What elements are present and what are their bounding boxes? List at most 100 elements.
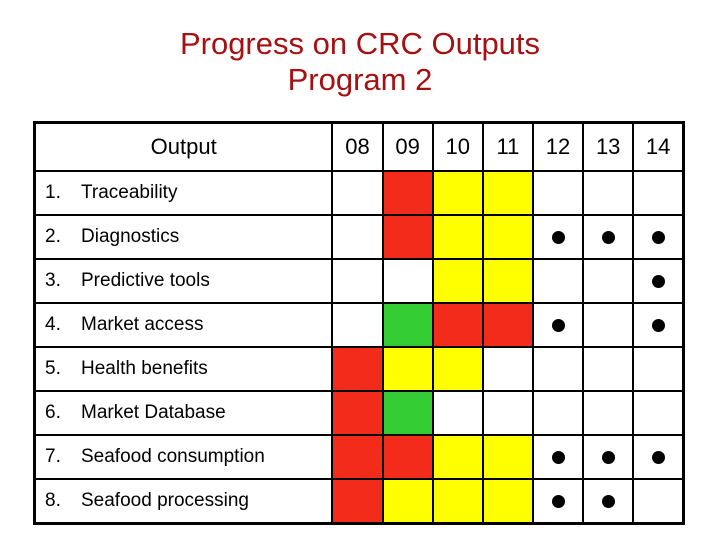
- status-cell-11[interactable]: [481, 258, 534, 304]
- output-label-inner: 3. Predictive tools: [36, 270, 331, 292]
- page-title: Progress on CRC Outputs Program 2: [0, 26, 720, 98]
- status-cell-13[interactable]: [582, 434, 635, 480]
- status-cell-11[interactable]: [481, 390, 534, 436]
- milestone-dot-icon: [601, 450, 615, 464]
- column-header-year-14: 14: [632, 121, 685, 172]
- milestone-dot-icon: [551, 494, 565, 508]
- output-label-cell: 8. Seafood processing: [33, 478, 334, 525]
- status-cell-12[interactable]: [531, 346, 585, 392]
- status-cell-12[interactable]: [531, 170, 585, 216]
- status-cell-14[interactable]: [632, 346, 685, 392]
- status-cell-12[interactable]: [531, 302, 585, 348]
- status-cell-08[interactable]: [331, 346, 384, 392]
- status-cell-11[interactable]: [481, 302, 534, 348]
- status-cell-08[interactable]: [331, 434, 384, 480]
- status-cell-08[interactable]: [331, 478, 384, 525]
- status-cell-10[interactable]: [431, 170, 484, 216]
- progress-table: Output 08 09 10 11 12 13 14 1. Traceabili…: [33, 121, 685, 525]
- status-cell-14[interactable]: [632, 390, 685, 436]
- status-cell-10[interactable]: [431, 346, 484, 392]
- status-cell-09[interactable]: [381, 346, 434, 392]
- status-cell-10[interactable]: [431, 390, 484, 436]
- output-row-number: 1.: [45, 182, 61, 203]
- status-cell-09[interactable]: [381, 170, 434, 216]
- output-row-label: Traceability: [81, 182, 178, 203]
- output-label-cell: 7. Seafood consumption: [33, 434, 334, 480]
- output-row-label: Diagnostics: [81, 226, 180, 247]
- status-cell-11[interactable]: [481, 346, 534, 392]
- status-cell-11[interactable]: [481, 170, 534, 216]
- output-row-number: 8.: [45, 490, 61, 511]
- status-cell-14[interactable]: [632, 214, 685, 260]
- output-row-label: Market access: [81, 314, 204, 335]
- status-cell-10[interactable]: [431, 302, 484, 348]
- milestone-dot-icon: [651, 318, 665, 332]
- status-cell-09[interactable]: [381, 302, 434, 348]
- status-cell-10[interactable]: [431, 478, 484, 525]
- column-header-year-13: 13: [582, 121, 635, 172]
- milestone-dot-icon: [601, 230, 615, 244]
- status-cell-08[interactable]: [331, 390, 384, 436]
- output-row-label: Seafood consumption: [81, 446, 265, 467]
- status-cell-09[interactable]: [381, 390, 434, 436]
- output-row-number: 7.: [45, 446, 61, 467]
- output-row-label: Health benefits: [81, 358, 208, 379]
- output-label-inner: 4. Market access: [36, 314, 331, 336]
- status-cell-12[interactable]: [531, 214, 585, 260]
- milestone-dot-icon: [551, 450, 565, 464]
- milestone-dot-icon: [651, 450, 665, 464]
- status-cell-14[interactable]: [632, 258, 685, 304]
- milestone-dot-icon: [651, 274, 665, 288]
- status-cell-13[interactable]: [582, 214, 635, 260]
- status-cell-11[interactable]: [481, 478, 534, 525]
- output-label-cell: 1. Traceability: [33, 170, 334, 216]
- column-header-year-12: 12: [531, 121, 585, 172]
- output-label-inner: 1. Traceability: [36, 182, 331, 204]
- status-cell-14[interactable]: [632, 302, 685, 348]
- status-cell-13[interactable]: [582, 170, 635, 216]
- title-line-1: Progress on CRC Outputs: [179, 26, 541, 61]
- status-cell-08[interactable]: [331, 258, 384, 304]
- status-cell-12[interactable]: [531, 390, 585, 436]
- status-cell-09[interactable]: [381, 258, 434, 304]
- table-header-row: Output 08 09 10 11 12 13 14: [33, 121, 685, 172]
- status-cell-14[interactable]: [632, 434, 685, 480]
- status-cell-09[interactable]: [381, 214, 434, 260]
- output-row-label: Seafood processing: [81, 490, 249, 511]
- output-label-inner: 2. Diagnostics: [36, 226, 331, 248]
- status-cell-10[interactable]: [431, 258, 484, 304]
- output-label-cell: 3. Predictive tools: [33, 258, 334, 304]
- output-row-number: 3.: [45, 270, 61, 291]
- status-cell-12[interactable]: [531, 478, 585, 525]
- output-row-label: Predictive tools: [81, 270, 210, 291]
- output-row-number: 2.: [45, 226, 61, 247]
- output-label-inner: 8. Seafood processing: [36, 490, 331, 512]
- status-cell-13[interactable]: [582, 258, 635, 304]
- status-cell-13[interactable]: [582, 390, 635, 436]
- status-cell-09[interactable]: [381, 478, 434, 525]
- milestone-dot-icon: [551, 230, 565, 244]
- status-cell-09[interactable]: [381, 434, 434, 480]
- status-cell-11[interactable]: [481, 434, 534, 480]
- status-cell-08[interactable]: [331, 170, 384, 216]
- status-cell-13[interactable]: [582, 346, 635, 392]
- table-row: 2. Diagnostics: [33, 214, 685, 260]
- status-cell-14[interactable]: [632, 170, 685, 216]
- status-cell-10[interactable]: [431, 434, 484, 480]
- output-label-inner: 7. Seafood consumption: [36, 446, 331, 468]
- status-cell-13[interactable]: [582, 302, 635, 348]
- status-cell-14[interactable]: [632, 478, 685, 525]
- output-row-number: 5.: [45, 358, 61, 379]
- milestone-dot-icon: [651, 230, 665, 244]
- status-cell-08[interactable]: [331, 302, 384, 348]
- status-cell-10[interactable]: [431, 214, 484, 260]
- output-label-inner: 6. Market Database: [36, 402, 331, 424]
- status-cell-12[interactable]: [531, 434, 585, 480]
- status-cell-11[interactable]: [481, 214, 534, 260]
- table-body: 1. Traceability 2. Diagnostics 3. Predictive …: [33, 170, 685, 525]
- table-row: 1. Traceability: [33, 170, 685, 216]
- status-cell-13[interactable]: [582, 478, 635, 525]
- status-cell-08[interactable]: [331, 214, 384, 260]
- table-row: 5. Health benefits: [33, 346, 685, 392]
- status-cell-12[interactable]: [531, 258, 585, 304]
